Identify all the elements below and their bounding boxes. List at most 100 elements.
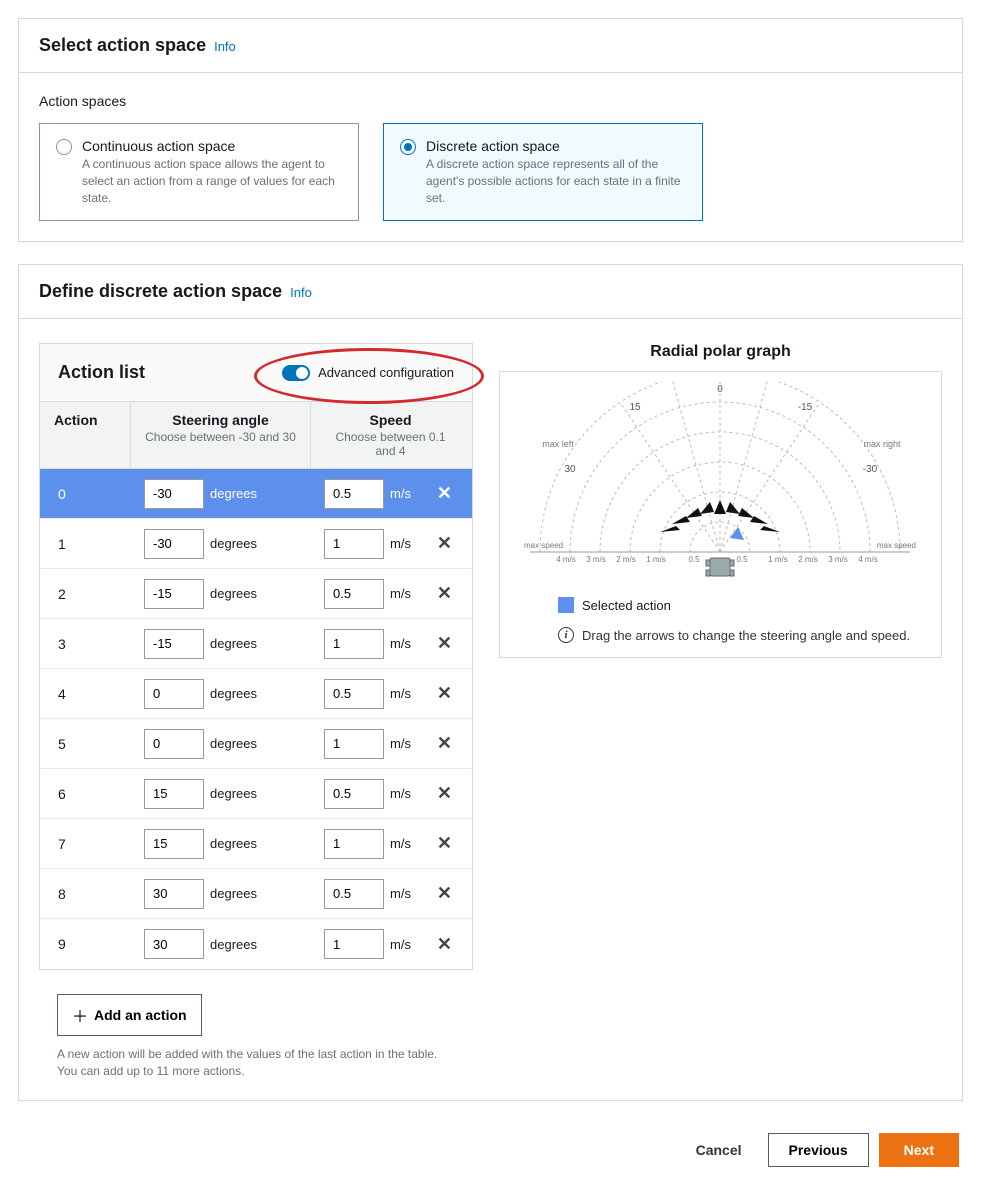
angle-label-n30: -30 — [863, 464, 878, 475]
continuous-action-space-option[interactable]: Continuous action space A continuous act… — [39, 123, 359, 221]
delete-row-icon[interactable]: ✕ — [433, 934, 456, 955]
speed-input[interactable] — [324, 529, 384, 559]
delete-row-icon[interactable]: ✕ — [433, 733, 456, 754]
speed-tick-label: 0.5 — [736, 555, 748, 564]
speed-input[interactable] — [324, 929, 384, 959]
delete-row-icon[interactable]: ✕ — [433, 533, 456, 554]
unit-label: m/s — [390, 536, 411, 551]
table-row[interactable]: 8degreesm/s✕ — [40, 869, 472, 919]
table-row[interactable]: 4degreesm/s✕ — [40, 669, 472, 719]
delete-row-icon[interactable]: ✕ — [433, 683, 456, 704]
col-speed: Speed — [325, 412, 456, 428]
panel-header: Define discrete action space Info — [19, 265, 962, 319]
table-row[interactable]: 1degreesm/s✕ — [40, 519, 472, 569]
panel-title: Define discrete action space — [39, 281, 282, 302]
speed-input[interactable] — [324, 829, 384, 859]
radial-graph-column: Radial polar graph — [499, 343, 942, 658]
advanced-config-label: Advanced configuration — [318, 365, 454, 380]
add-action-button[interactable]: ＋ Add an action — [57, 994, 202, 1036]
table-row[interactable]: 5degreesm/s✕ — [40, 719, 472, 769]
discrete-action-space-option[interactable]: Discrete action space A discrete action … — [383, 123, 703, 221]
delete-row-icon[interactable]: ✕ — [433, 633, 456, 654]
speed-input[interactable] — [324, 629, 384, 659]
action-table-body: 0degreesm/s✕1degreesm/s✕2degreesm/s✕3deg… — [40, 469, 472, 969]
panel-header: Select action space Info — [19, 19, 962, 73]
angle-label-max-left: max left — [542, 439, 574, 449]
speed-input[interactable] — [324, 579, 384, 609]
previous-button[interactable]: Previous — [768, 1133, 869, 1167]
steering-input[interactable] — [144, 729, 204, 759]
add-action-help-1: A new action will be added with the valu… — [57, 1046, 473, 1063]
unit-label: m/s — [390, 586, 411, 601]
steering-input[interactable] — [144, 929, 204, 959]
info-link[interactable]: Info — [290, 285, 312, 300]
steering-input[interactable] — [144, 529, 204, 559]
col-action: Action — [54, 412, 116, 428]
table-row[interactable]: 9degreesm/s✕ — [40, 919, 472, 969]
radial-polar-graph[interactable]: 0 15 -15 30 -30 max left max right max s… — [510, 382, 930, 582]
col-steering-sub: Choose between -30 and 30 — [145, 430, 296, 444]
speed-input[interactable] — [324, 679, 384, 709]
col-steering: Steering angle — [145, 412, 296, 428]
table-row[interactable]: 7degreesm/s✕ — [40, 819, 472, 869]
speed-input[interactable] — [324, 729, 384, 759]
option-desc: A continuous action space allows the age… — [82, 156, 342, 206]
delete-row-icon[interactable]: ✕ — [433, 883, 456, 904]
table-row[interactable]: 3degreesm/s✕ — [40, 619, 472, 669]
unit-label: m/s — [390, 486, 411, 501]
action-space-options: Continuous action space A continuous act… — [39, 123, 942, 221]
action-id: 3 — [40, 636, 130, 652]
action-id: 5 — [40, 736, 130, 752]
section-label: Action spaces — [39, 93, 942, 109]
delete-row-icon[interactable]: ✕ — [433, 833, 456, 854]
angle-label-p30: 30 — [564, 464, 576, 475]
speed-input[interactable] — [324, 879, 384, 909]
speed-tick-label: 0.5 — [688, 555, 700, 564]
steering-input[interactable] — [144, 579, 204, 609]
steering-input[interactable] — [144, 479, 204, 509]
wizard-footer: Cancel Previous Next — [18, 1123, 963, 1177]
unit-label: m/s — [390, 836, 411, 851]
steering-input[interactable] — [144, 879, 204, 909]
speed-input[interactable] — [324, 479, 384, 509]
delete-row-icon[interactable]: ✕ — [433, 483, 456, 504]
delete-row-icon[interactable]: ✕ — [433, 783, 456, 804]
option-title: Continuous action space — [82, 138, 342, 154]
info-link[interactable]: Info — [214, 39, 236, 54]
next-button[interactable]: Next — [879, 1133, 959, 1167]
action-id: 6 — [40, 786, 130, 802]
unit-label: m/s — [390, 937, 411, 952]
table-row[interactable]: 0degreesm/s✕ — [40, 469, 472, 519]
unit-label: degrees — [210, 886, 257, 901]
action-id: 7 — [40, 836, 130, 852]
add-action-label: Add an action — [94, 1007, 187, 1023]
steering-input[interactable] — [144, 679, 204, 709]
speed-label-max-right: max speed — [877, 541, 916, 550]
action-id: 0 — [40, 486, 130, 502]
select-action-space-panel: Select action space Info Action spaces C… — [18, 18, 963, 242]
unit-label: m/s — [390, 686, 411, 701]
panel-title: Select action space — [39, 35, 206, 56]
steering-input[interactable] — [144, 629, 204, 659]
action-list-column: Action list Advanced configuration Actio… — [39, 343, 473, 1080]
speed-tick-label: 1 m/s — [646, 555, 666, 564]
action-id: 2 — [40, 586, 130, 602]
radial-legend: Selected action — [558, 597, 931, 613]
speed-input[interactable] — [324, 779, 384, 809]
table-row[interactable]: 6degreesm/s✕ — [40, 769, 472, 819]
delete-row-icon[interactable]: ✕ — [433, 583, 456, 604]
unit-label: degrees — [210, 686, 257, 701]
legend-label: Selected action — [582, 598, 671, 613]
radial-hint: i Drag the arrows to change the steering… — [558, 627, 931, 643]
angle-label-n15: -15 — [798, 402, 813, 413]
unit-label: degrees — [210, 586, 257, 601]
action-list-title: Action list — [58, 362, 145, 383]
radial-hint-text: Drag the arrows to change the steering a… — [582, 628, 910, 643]
table-row[interactable]: 2 degrees m/s ✕ — [40, 569, 472, 619]
radial-graph-frame: 0 15 -15 30 -30 max left max right max s… — [499, 371, 942, 658]
info-icon: i — [558, 627, 574, 643]
option-title: Discrete action space — [426, 138, 686, 154]
steering-input[interactable] — [144, 829, 204, 859]
steering-input[interactable] — [144, 779, 204, 809]
advanced-config-toggle[interactable] — [282, 365, 310, 381]
